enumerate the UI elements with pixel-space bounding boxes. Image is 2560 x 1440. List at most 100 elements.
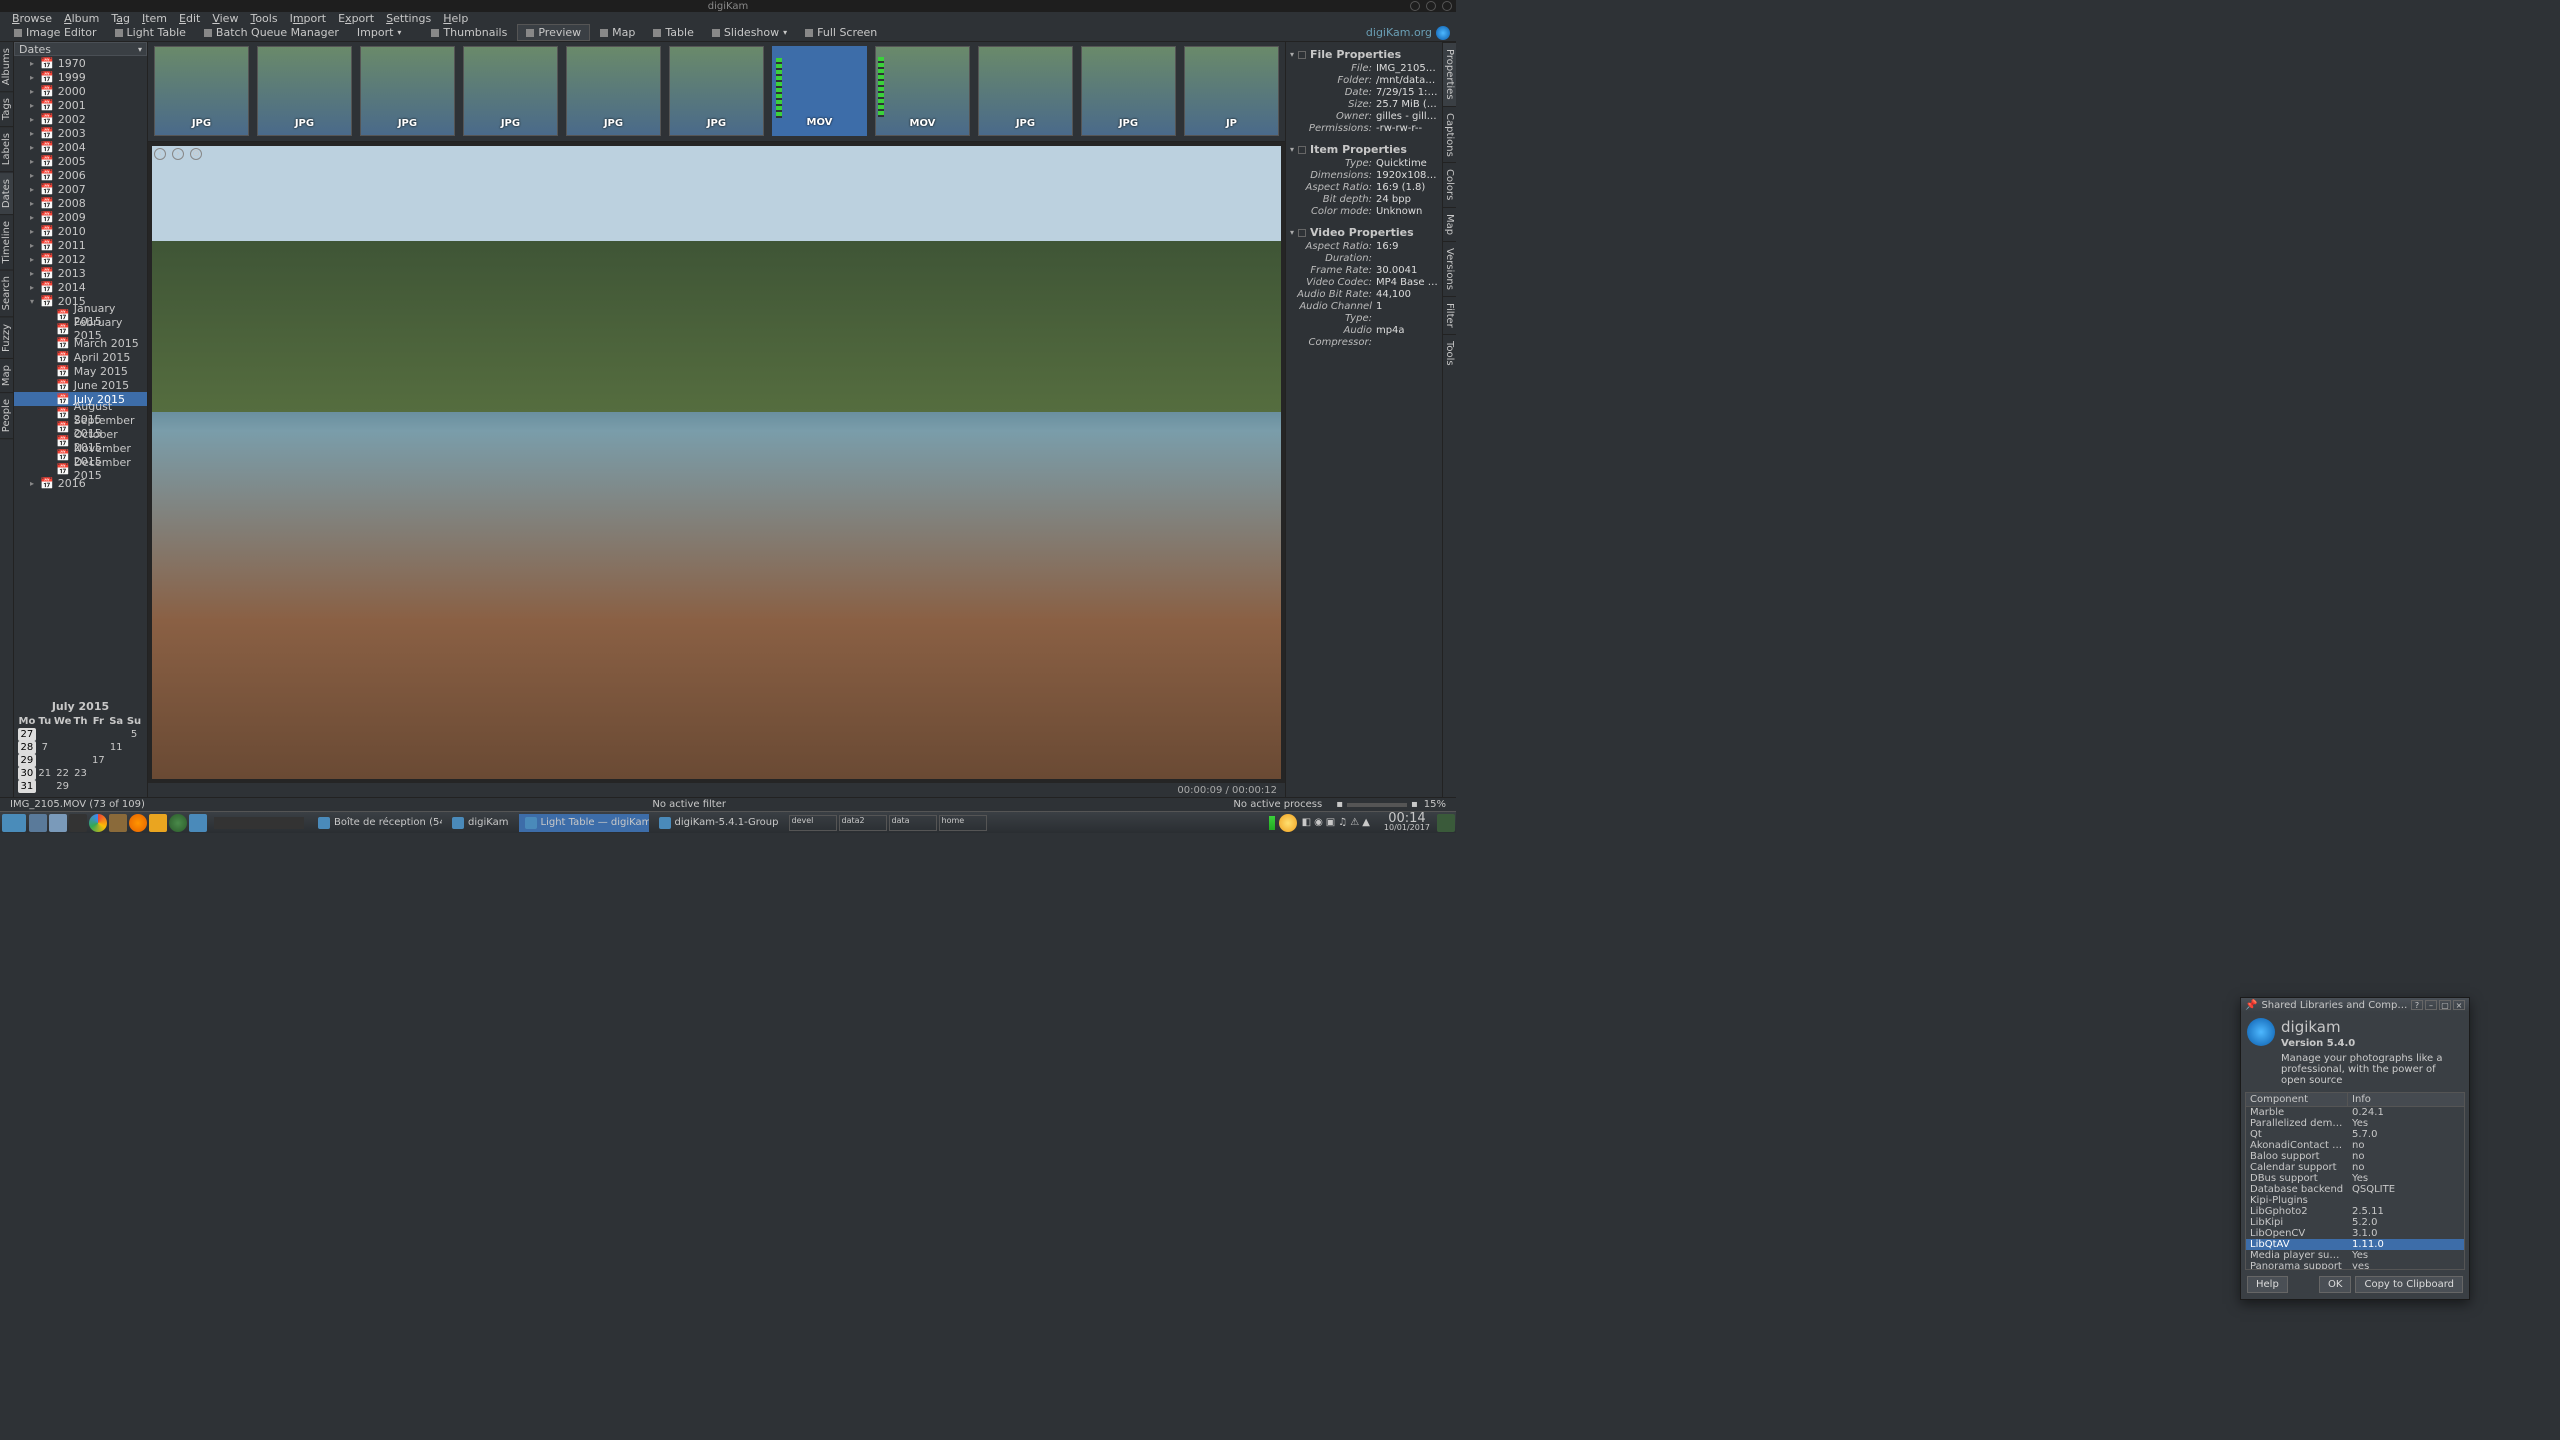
chrome-icon[interactable]: [89, 814, 107, 832]
copy-button[interactable]: Copy to Clipboard: [2355, 1276, 2463, 1293]
tray-icon[interactable]: ♫: [1338, 817, 1347, 828]
kde-menu-icon[interactable]: [2, 814, 26, 832]
thumbnail[interactable]: JP: [1184, 46, 1279, 136]
cal-day[interactable]: 5: [125, 728, 143, 741]
menu-tools[interactable]: Tools: [244, 12, 283, 24]
table-row[interactable]: LibOpenCV3.1.0: [2246, 1228, 2464, 1239]
tree-month[interactable]: 📅June 2015: [14, 378, 147, 392]
tab-tags[interactable]: Tags: [0, 92, 13, 127]
taskbar-task[interactable]: Light Table — digiKam: [519, 814, 649, 832]
tab-search[interactable]: Search: [0, 270, 13, 317]
next-button[interactable]: ›: [172, 148, 184, 160]
tab-filter[interactable]: Filter: [1443, 296, 1456, 334]
fullscreen-button[interactable]: Full Screen: [797, 25, 885, 40]
tree-year[interactable]: ▸📅1970: [14, 56, 147, 70]
table-row[interactable]: Parallelized demos...Yes: [2246, 1118, 2464, 1129]
globe-icon[interactable]: [169, 814, 187, 832]
thumbnail[interactable]: JPG: [669, 46, 764, 136]
tray-icon[interactable]: ▣: [1326, 817, 1335, 828]
thumbnail[interactable]: MOV: [772, 46, 867, 136]
cal-day[interactable]: 22: [54, 767, 72, 780]
thumbnails-button[interactable]: Thumbnails: [423, 25, 515, 40]
tree-year[interactable]: ▸📅2005: [14, 154, 147, 168]
cal-day[interactable]: 29: [54, 780, 72, 793]
cal-day[interactable]: 30: [18, 767, 36, 780]
activity-widget[interactable]: [214, 817, 304, 829]
components-table[interactable]: Component Info Marble0.24.1Parallelized …: [2245, 1092, 2465, 1270]
tree-year[interactable]: ▸📅2002: [14, 112, 147, 126]
table-row[interactable]: Database backendQSQLITE: [2246, 1184, 2464, 1195]
table-button[interactable]: Table: [645, 25, 701, 40]
zoom-in-icon[interactable]: ▪: [1411, 799, 1418, 810]
thumbnail[interactable]: JPG: [566, 46, 661, 136]
tray-icon[interactable]: ◉: [1314, 817, 1323, 828]
terminal-icon[interactable]: [69, 814, 87, 832]
col-info[interactable]: Info: [2348, 1093, 2464, 1106]
amarok-icon[interactable]: [149, 814, 167, 832]
table-row[interactable]: Media player supportYes: [2246, 1250, 2464, 1261]
tree-year[interactable]: ▸📅2012: [14, 252, 147, 266]
help-icon[interactable]: ?: [2411, 1000, 2423, 1010]
zoom-slider[interactable]: [1347, 803, 1407, 807]
maximize-icon[interactable]: ▢: [2439, 1000, 2451, 1010]
tree-year[interactable]: ▸📅2004: [14, 140, 147, 154]
notifications-icon[interactable]: [1437, 814, 1455, 832]
tree-year[interactable]: ▸📅2008: [14, 196, 147, 210]
maximize-icon[interactable]: [1426, 1, 1436, 11]
table-row[interactable]: Panorama supportyes: [2246, 1261, 2464, 1270]
tab-labels[interactable]: Labels: [0, 127, 13, 172]
cal-day[interactable]: 28: [18, 741, 36, 754]
tray-icon[interactable]: ⚠: [1350, 817, 1359, 828]
import-button[interactable]: Import ▾: [349, 25, 410, 40]
table-row[interactable]: LibQtAV1.11.0: [2246, 1239, 2464, 1250]
folder-widget[interactable]: home: [939, 815, 987, 831]
menu-tag[interactable]: Tag: [105, 12, 136, 24]
tab-fuzzy[interactable]: Fuzzy: [0, 318, 13, 359]
tree-year[interactable]: ▸📅2011: [14, 238, 147, 252]
tree-year[interactable]: ▸📅2009: [14, 210, 147, 224]
tree-year[interactable]: ▸📅2003: [14, 126, 147, 140]
tab-colors[interactable]: Colors: [1443, 162, 1456, 206]
cal-day[interactable]: 27: [18, 728, 36, 741]
tree-month[interactable]: 📅May 2015: [14, 364, 147, 378]
slideshow-button[interactable]: Slideshow ▾: [704, 25, 795, 40]
prev-button[interactable]: ‹: [154, 148, 166, 160]
thumbnail[interactable]: JPG: [154, 46, 249, 136]
tab-tools[interactable]: Tools: [1443, 334, 1456, 372]
table-row[interactable]: Qt5.7.0: [2246, 1129, 2464, 1140]
menu-browse[interactable]: Browse: [6, 12, 58, 24]
table-row[interactable]: Baloo supportno: [2246, 1151, 2464, 1162]
thumbnail[interactable]: JPG: [360, 46, 455, 136]
files-icon[interactable]: [49, 814, 67, 832]
thumbnail[interactable]: JPG: [1081, 46, 1176, 136]
tab-people[interactable]: People: [0, 393, 13, 439]
thumbnail[interactable]: JPG: [978, 46, 1073, 136]
digikam-link[interactable]: digiKam.org: [1366, 26, 1432, 39]
clock[interactable]: 00:14 10/01/2017: [1378, 814, 1436, 832]
tree-month[interactable]: 📅March 2015: [14, 336, 147, 350]
section-header[interactable]: ▾ Video Properties: [1290, 224, 1438, 241]
tab-map[interactable]: Map: [0, 359, 13, 393]
minimize-icon[interactable]: –: [2425, 1000, 2437, 1010]
cal-day[interactable]: 7: [36, 741, 54, 754]
globe-icon[interactable]: [1436, 26, 1450, 40]
weather-icon[interactable]: [1279, 814, 1297, 832]
section-header[interactable]: ▾ Item Properties: [1290, 141, 1438, 158]
batch-queue-button[interactable]: Batch Queue Manager: [196, 25, 347, 40]
cal-day[interactable]: 23: [72, 767, 90, 780]
preview-button[interactable]: Preview: [517, 24, 590, 41]
table-row[interactable]: AkonadiContact su...no: [2246, 1140, 2464, 1151]
table-row[interactable]: LibGphoto22.5.11: [2246, 1206, 2464, 1217]
thumbnail[interactable]: MOV: [875, 46, 970, 136]
light-table-button[interactable]: Light Table: [107, 25, 194, 40]
menu-item[interactable]: Item: [136, 12, 173, 24]
cal-day[interactable]: 17: [89, 754, 107, 767]
dates-combo[interactable]: Dates▾: [14, 42, 147, 56]
thumbnail[interactable]: JPG: [463, 46, 558, 136]
tab-dates[interactable]: Dates: [0, 173, 13, 215]
target-icon[interactable]: ⊙: [190, 148, 202, 160]
desktop-icon[interactable]: [29, 814, 47, 832]
tab-timeline[interactable]: Timeline: [0, 215, 13, 271]
close-icon[interactable]: ×: [2453, 1000, 2465, 1010]
menu-edit[interactable]: Edit: [173, 12, 206, 24]
